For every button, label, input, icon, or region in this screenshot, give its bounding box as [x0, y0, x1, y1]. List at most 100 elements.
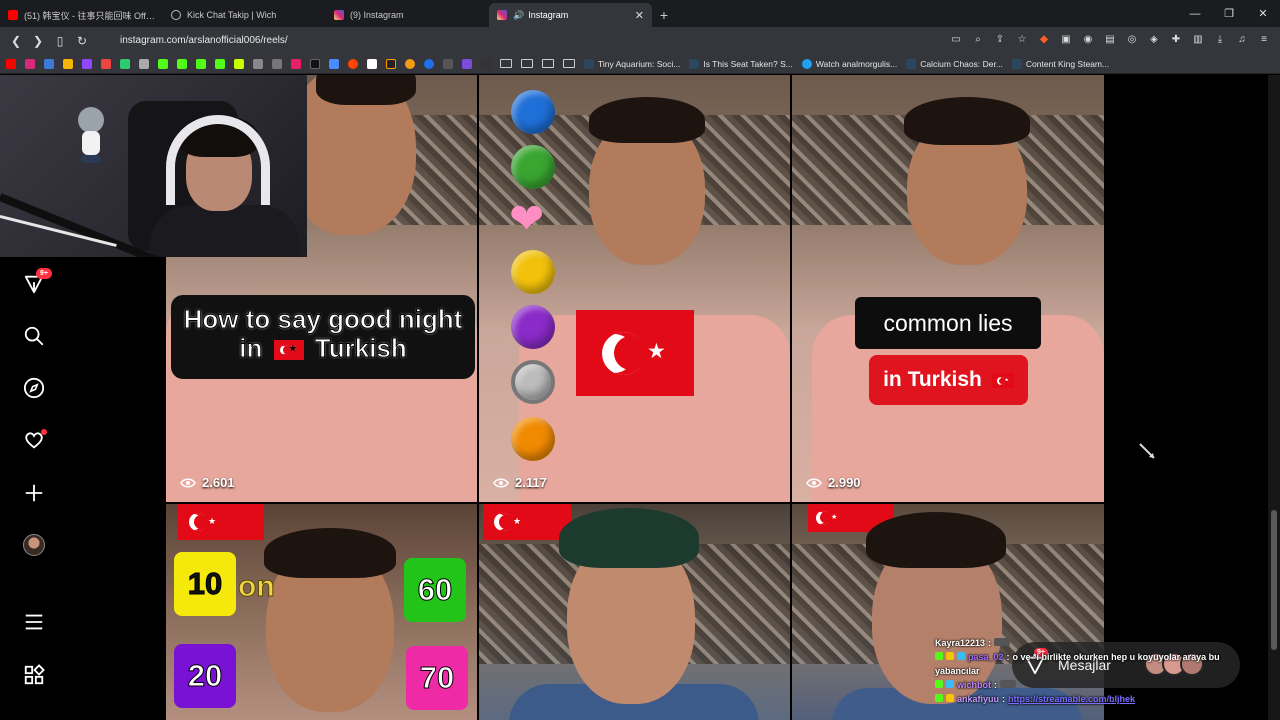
streamer-body [150, 205, 300, 257]
bookmark-site-icon[interactable] [63, 58, 73, 69]
caption-word: Turkish [314, 333, 407, 363]
folder-icon[interactable] [500, 59, 512, 68]
bookmark-site-icon[interactable] [291, 58, 301, 69]
bookmark-content-king[interactable]: Content King Steam... [1011, 58, 1109, 69]
x-icon[interactable] [310, 58, 320, 69]
extension-icon[interactable]: ◉ [1080, 31, 1096, 47]
menu-icon[interactable]: ≡ [1256, 31, 1272, 47]
restore-button[interactable]: ❐ [1212, 0, 1246, 27]
bookmark-site-icon[interactable] [367, 58, 377, 69]
extension-icon[interactable]: ◎ [1124, 31, 1140, 47]
kick-icon[interactable] [158, 58, 168, 69]
view-count-text: 2.990 [828, 475, 861, 490]
reel-card[interactable]: ★ [479, 504, 790, 720]
bookmark-site-icon[interactable] [82, 58, 92, 69]
extension-icon[interactable]: ▣ [1058, 31, 1074, 47]
bookmark-site-icon[interactable] [234, 58, 244, 69]
more-apps-icon[interactable] [22, 663, 46, 687]
bookmarks-bar: Tiny Aquarium: Soci... Is This Seat Take… [0, 54, 1280, 74]
bookmark-site-icon[interactable] [424, 58, 434, 69]
view-count: 2.601 [180, 475, 235, 490]
bookmark-site-icon[interactable] [139, 58, 149, 69]
bookmark-site-icon[interactable] [481, 58, 491, 69]
bookmark-site-icon[interactable] [405, 58, 415, 69]
create-icon[interactable] [22, 481, 46, 505]
bookmark-site-icon[interactable] [462, 58, 472, 69]
brave-shield-icon[interactable]: ◆ [1036, 31, 1052, 47]
folder-icon[interactable] [542, 59, 554, 68]
instagram-icon [334, 10, 344, 20]
tab-title: (9) Instagram [350, 10, 404, 20]
media-icon[interactable]: ♫ [1234, 31, 1250, 47]
profile-avatar[interactable] [22, 533, 46, 557]
search-icon[interactable] [22, 324, 46, 348]
notifications-badge: 9+ [36, 268, 52, 279]
bookmark-seat-taken[interactable]: Is This Seat Taken? S... [689, 58, 793, 69]
reel-caption: common lies [855, 297, 1041, 349]
download-icon[interactable]: ⤓ [1212, 31, 1228, 47]
folder-icon[interactable] [521, 59, 533, 68]
bookmark-icon[interactable]: ▯ [50, 31, 70, 51]
bookmark-site-icon[interactable] [443, 58, 453, 69]
steam-icon [584, 58, 594, 69]
address-bar[interactable]: instagram.com/arslanofficial006/reels/ [120, 35, 288, 46]
zoom-icon[interactable]: ⌕ [970, 31, 986, 47]
tab-instagram-active[interactable]: 🔊 Instagram ✕ [489, 3, 652, 27]
minimize-button[interactable]: — [1178, 0, 1212, 27]
reload-button[interactable]: ↻ [72, 31, 92, 51]
screen-icon[interactable]: ▭ [948, 31, 964, 47]
number-word: on [238, 570, 276, 604]
mascot-head [78, 107, 104, 133]
sub-badge-icon [946, 694, 954, 702]
hair [559, 508, 699, 568]
extension-icon[interactable]: ▤ [1102, 31, 1118, 47]
reel-card[interactable]: ❤ ★ 2.117 [479, 75, 790, 502]
explore-icon[interactable] [22, 376, 46, 400]
bookmark-site-icon[interactable] [253, 58, 263, 69]
kick-icon[interactable] [196, 58, 206, 69]
hair [589, 97, 705, 143]
hair [264, 528, 396, 578]
youtube-icon[interactable] [6, 58, 16, 69]
close-window-button[interactable]: ✕ [1246, 0, 1280, 27]
kick-icon[interactable] [215, 58, 225, 69]
chat-message: pasa_02: o ve *i birlikte okurken hep u … [935, 650, 1235, 664]
bookmark-watch[interactable]: Watch analmorgulis... [801, 58, 897, 69]
close-tab-icon[interactable]: ✕ [635, 9, 644, 22]
page-scrollbar[interactable] [1268, 75, 1280, 720]
tab-title: Instagram [528, 10, 569, 20]
instagram-icon[interactable] [25, 58, 35, 69]
chat-username: Kayra12213 [935, 638, 986, 648]
blue-ball [511, 90, 555, 134]
bookmark-calcium-chaos[interactable]: Calcium Chaos: Der... [906, 58, 1003, 69]
bookmark-site-icon[interactable] [329, 58, 339, 69]
bookmark-site-icon[interactable] [44, 58, 54, 69]
scrollbar-thumb[interactable] [1271, 510, 1277, 650]
tab-instagram-notifications[interactable]: (9) Instagram [326, 3, 489, 27]
puzzle-icon[interactable]: ✚ [1168, 31, 1184, 47]
new-tab-button[interactable]: + [652, 3, 676, 27]
tab-kick-chat[interactable]: Kick Chat Takip | Wich [163, 3, 326, 27]
extension-icon[interactable]: ◈ [1146, 31, 1162, 47]
amazon-icon[interactable] [386, 58, 396, 69]
tab-youtube[interactable]: (51) 韩宝仪 - 往事只能回味 Official M [0, 3, 163, 27]
toolbar-icons: ▭ ⌕ ⇪ ☆ ◆ ▣ ◉ ▤ ◎ ◈ ✚ ▥ ⤓ ♫ ≡ [948, 31, 1272, 47]
back-button[interactable]: ❮ [6, 31, 26, 51]
kick-icon[interactable] [177, 58, 187, 69]
sidebar-icon[interactable]: ▥ [1190, 31, 1206, 47]
bookmark-tiny-aquarium[interactable]: Tiny Aquarium: Soci... [584, 58, 680, 69]
share-icon[interactable]: ⇪ [992, 31, 1008, 47]
reddit-icon[interactable] [348, 58, 358, 69]
reel-card[interactable]: ★ 10 on 60 20 70 [166, 504, 477, 720]
speaker-icon[interactable]: 🔊 [513, 10, 524, 21]
chat-link[interactable]: https://streamable.com/bljhek [1008, 692, 1135, 706]
bookmark-site-icon[interactable] [101, 58, 111, 69]
folder-icon[interactable] [563, 59, 575, 68]
bookmark-site-icon[interactable] [272, 58, 282, 69]
forward-button[interactable]: ❯ [28, 31, 48, 51]
chat-text: yabancılar [935, 666, 980, 676]
bookmark-site-icon[interactable] [120, 58, 130, 69]
reel-card[interactable]: common lies in Turkish ★ 2.990 [792, 75, 1104, 502]
star-icon[interactable]: ☆ [1014, 31, 1030, 47]
menu-icon[interactable] [22, 610, 46, 634]
